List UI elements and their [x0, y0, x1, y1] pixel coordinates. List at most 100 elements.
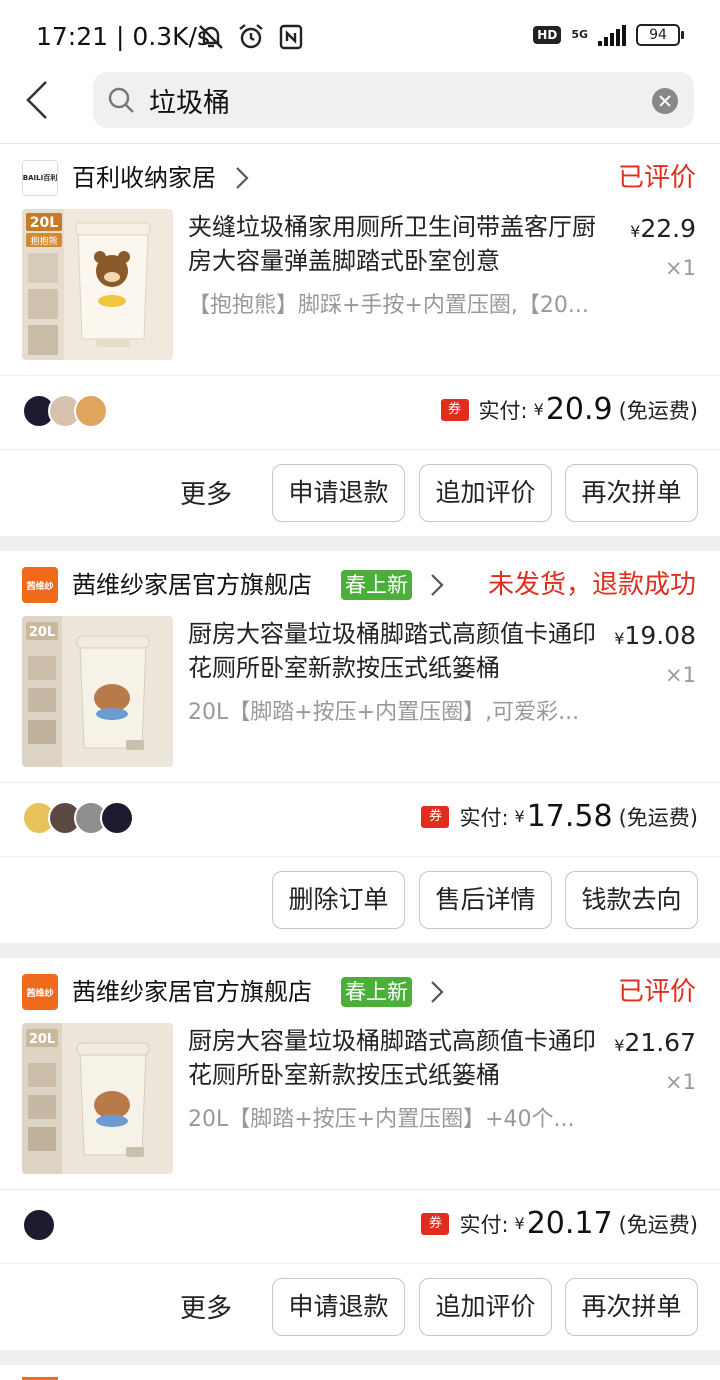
product-sku: 20L【脚踏+按压+内置压圈】+40个... — [188, 1107, 575, 1132]
product-image[interactable]: 20L — [22, 1023, 173, 1174]
order-card[interactable]: 茜维纱 茜维纱家居官方旗舰店 春上新 未发货，退款成功 20L 厨房大容量垃圾桶… — [0, 551, 720, 943]
avatar — [22, 1208, 56, 1242]
price-symbol: ¥ — [630, 222, 641, 241]
search-icon — [107, 86, 135, 114]
group-avatars — [22, 1208, 56, 1242]
divider — [0, 1189, 720, 1190]
price-value: 22.9 — [640, 214, 696, 243]
search-box[interactable] — [93, 72, 694, 128]
add-review-button[interactable]: 追加评价 — [419, 464, 552, 522]
network-type: 5G — [571, 28, 588, 41]
chevron-right-icon[interactable] — [430, 980, 444, 1004]
divider — [0, 449, 720, 450]
alarm-icon — [236, 22, 266, 52]
shop-logo[interactable]: 茜维纱 — [22, 974, 58, 1010]
refund-tracking-button[interactable]: 钱款去向 — [565, 871, 698, 929]
actual-paid-symbol: ¥ — [514, 1214, 525, 1233]
divider — [0, 856, 720, 857]
product-image[interactable]: 20L 抱抱熊 — [22, 209, 173, 360]
coupon-icon: 券 — [421, 805, 450, 828]
group-avatars — [22, 801, 134, 835]
chevron-right-icon[interactable] — [430, 573, 444, 597]
group-avatars — [22, 394, 108, 428]
product-title[interactable]: 厨房大容量垃圾桶脚踏式高颜值卡通印花厕所卧室新款按压式纸篓桶 — [188, 617, 616, 685]
divider — [0, 375, 720, 376]
shop-name[interactable]: 茜维纱家居官方旗舰店 — [72, 567, 312, 603]
delete-order-button[interactable]: 删除订单 — [272, 871, 405, 929]
clear-icon[interactable] — [652, 88, 678, 114]
actual-paid-symbol: ¥ — [514, 807, 525, 826]
actual-paid-label: 实付: — [478, 398, 528, 423]
product-price: ¥19.08 — [614, 621, 696, 650]
actual-paid: 券 实付: ¥ 20.9 (免运费) — [440, 392, 698, 427]
order-card[interactable]: 茜维纱 茜维纱家居官方旗舰店 春上新 已评价 20L 厨房大容量垃圾桶脚踏式高颜… — [0, 958, 720, 1350]
chevron-left-icon — [26, 81, 47, 119]
more-link[interactable]: 更多 — [180, 1288, 232, 1325]
shop-tag: 春上新 — [341, 570, 412, 600]
status-time: 17:21 | 0.3K/s — [36, 22, 210, 51]
product-sku: 【抱抱熊】脚踩+手按+内置压圈,【20... — [188, 293, 589, 318]
action-row: 删除订单 售后详情 钱款去向 — [0, 871, 720, 929]
actual-paid: 券 实付: ¥ 17.58 (免运费) — [421, 799, 698, 834]
actual-paid-amount: 20.9 — [545, 392, 613, 427]
actual-paid-amount: 20.17 — [526, 1206, 613, 1241]
action-row: 更多 申请退款 追加评价 再次拼单 — [0, 1278, 720, 1336]
add-review-button[interactable]: 追加评价 — [419, 1278, 552, 1336]
divider — [0, 782, 720, 783]
hd-badge: HD — [533, 26, 562, 44]
mute-bell-icon — [196, 22, 226, 52]
shop-logo[interactable]: 茜维纱 — [22, 567, 58, 603]
actual-paid-amount: 17.58 — [526, 799, 613, 834]
back-button[interactable] — [18, 78, 62, 122]
shipping-note: (免运费) — [618, 398, 698, 423]
status-right: HD 5G 94 — [533, 24, 684, 46]
action-row: 更多 申请退款 追加评价 再次拼单 — [0, 464, 720, 522]
product-quantity: ×1 — [665, 663, 696, 687]
divider — [0, 1263, 720, 1264]
coupon-icon: 券 — [440, 398, 469, 421]
chevron-right-icon[interactable] — [235, 166, 249, 190]
nfc-icon — [276, 22, 306, 52]
image-badge: 20L — [29, 1032, 55, 1047]
search-header — [0, 72, 720, 144]
reorder-button[interactable]: 再次拼单 — [565, 464, 698, 522]
order-status: 已评价 — [617, 977, 696, 1007]
price-value: 19.08 — [624, 621, 696, 650]
product-title[interactable]: 厨房大容量垃圾桶脚踏式高颜值卡通印花厕所卧室新款按压式纸篓桶 — [188, 1024, 616, 1092]
product-title[interactable]: 夹缝垃圾桶家用厕所卫生间带盖客厅厨房大容量弹盖脚踏式卧室创意 — [188, 210, 616, 278]
signal-icon — [598, 24, 626, 46]
battery-icon: 94 — [636, 24, 684, 46]
coupon-icon: 券 — [421, 1212, 450, 1235]
reorder-button[interactable]: 再次拼单 — [565, 1278, 698, 1336]
product-quantity: ×1 — [665, 256, 696, 280]
shop-name[interactable]: 百利收纳家居 — [72, 160, 216, 196]
apply-refund-button[interactable]: 申请退款 — [272, 464, 405, 522]
avatar — [74, 394, 108, 428]
apply-refund-button[interactable]: 申请退款 — [272, 1278, 405, 1336]
after-sales-button[interactable]: 售后详情 — [419, 871, 552, 929]
shop-logo[interactable]: BAILI百利 — [22, 160, 58, 196]
actual-paid-label: 实付: — [459, 1212, 509, 1237]
price-value: 21.67 — [624, 1028, 696, 1057]
product-image[interactable]: 20L — [22, 616, 173, 767]
product-price: ¥21.67 — [614, 1028, 696, 1057]
shop-name[interactable]: 茜维纱家居官方旗舰店 — [72, 974, 312, 1010]
image-badge: 20L — [30, 215, 58, 231]
status-icons — [196, 22, 306, 52]
price-symbol: ¥ — [614, 1036, 625, 1055]
shipping-note: (免运费) — [618, 805, 698, 830]
product-price: ¥22.9 — [630, 214, 696, 243]
order-status: 未发货，退款成功 — [487, 570, 696, 600]
order-card[interactable]: BAILI百利 百利收纳家居 已评价 20L 抱抱熊 夹缝垃圾桶家用厕所卫生间带… — [0, 144, 720, 536]
more-link[interactable]: 更多 — [180, 474, 232, 511]
avatar — [100, 801, 134, 835]
order-card[interactable] — [0, 1365, 720, 1380]
product-sku: 20L【脚踏+按压+内置压圈】,可爱彩... — [188, 700, 580, 725]
shop-tag: 春上新 — [341, 977, 412, 1007]
order-status: 已评价 — [617, 163, 696, 193]
product-quantity: ×1 — [665, 1070, 696, 1094]
status-bar: 17:21 | 0.3K/s HD 5G 94 — [0, 0, 720, 72]
shipping-note: (免运费) — [618, 1212, 698, 1237]
search-input[interactable] — [149, 82, 619, 118]
actual-paid-label: 实付: — [459, 805, 509, 830]
